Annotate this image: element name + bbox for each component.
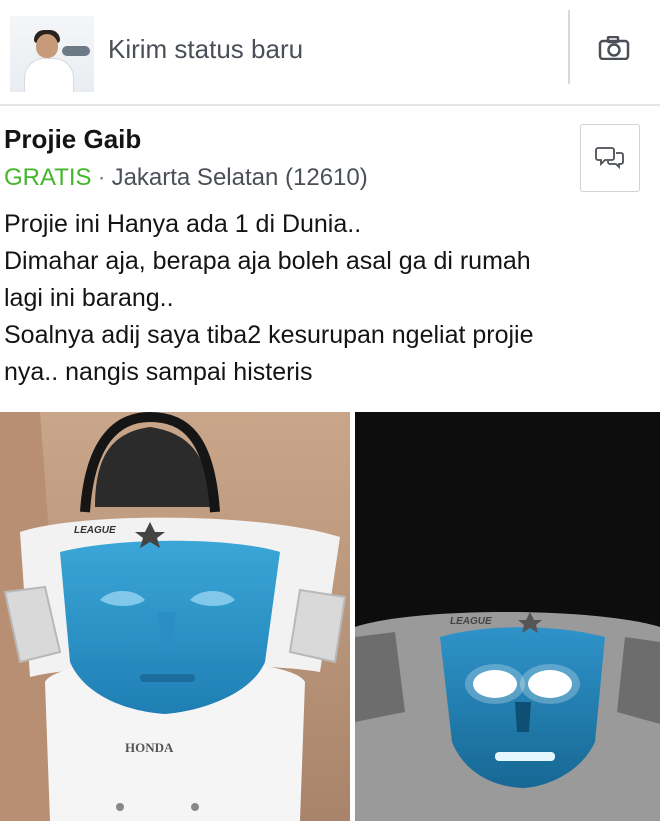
listing-meta: GRATIS · Jakarta Selatan (12610) [4,164,368,192]
message-seller-button[interactable] [580,124,640,192]
league-logo-text-night: LEAGUE [450,616,492,627]
league-logo-text: LEAGUE [74,525,116,536]
status-composer[interactable]: Kirim status baru [0,0,660,104]
avatar-airplane [62,46,90,56]
meta-separator: · [97,164,106,191]
listing-description: Projie ini Hanya ada 1 di Dunia.. Dimaha… [4,206,654,391]
description-line: nya.. nangis sampai histeris [4,358,313,386]
listing-price: GRATIS [4,164,92,191]
description-line: Projie ini Hanya ada 1 di Dunia.. [4,210,362,238]
camera-icon[interactable] [598,35,630,61]
listing-photo-left[interactable]: HONDA LEAGUE [0,412,350,821]
listing-title[interactable]: Projie Gaib [4,124,141,155]
description-line: Soalnya adij saya tiba2 kesurupan ngelia… [4,321,534,349]
listing-photo-right[interactable]: LEAGUE [355,412,660,821]
user-avatar[interactable] [10,16,94,92]
honda-logo-text: HONDA [125,740,174,755]
new-status-input[interactable]: Kirim status baru [108,34,303,65]
chat-bubbles-icon [595,147,624,170]
avatar-head [36,34,58,58]
marketplace-post: Projie Gaib GRATIS · Jakarta Selatan (1261… [0,106,660,821]
description-line: Dimahar aja, berapa aja boleh asal ga di… [4,247,531,275]
scooter-mask-photo-day: HONDA LEAGUE [0,412,350,821]
description-line: lagi ini barang.. [4,284,174,312]
camera-icon-svg [598,35,630,61]
avatar-body [24,58,74,92]
listing-location: Jakarta Selatan (12610) [111,164,368,191]
composer-divider [568,10,570,84]
scooter-mask-photo-night: LEAGUE [355,412,660,821]
